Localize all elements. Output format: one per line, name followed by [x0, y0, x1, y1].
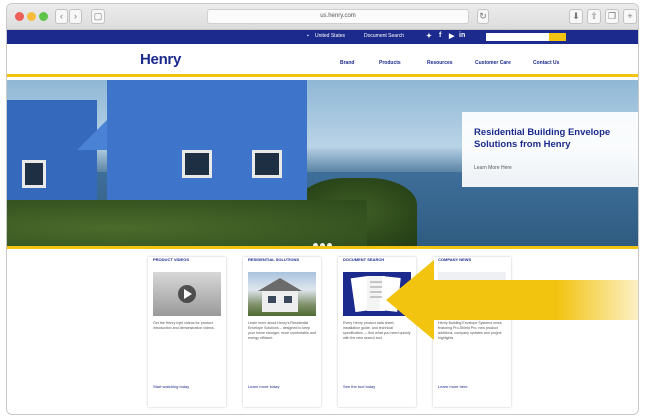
- zoom-window-button[interactable]: [39, 12, 48, 21]
- card-residential-solutions: RESIDENTIAL SOLUTIONS Learn more about H…: [243, 257, 321, 407]
- nav-contact-us[interactable]: Contact Us: [533, 60, 559, 66]
- carousel-dots[interactable]: [313, 235, 334, 246]
- card-link[interactable]: Learn more here: [438, 384, 468, 389]
- utility-bar: ▪ United States Document Search ✦ f ▶ in: [7, 30, 638, 44]
- house-icon: [258, 278, 302, 312]
- download-icon[interactable]: ⬇: [569, 9, 583, 24]
- hero-promo-panel: Residential Building Envelope Solutions …: [462, 112, 638, 187]
- card-product-videos: PRODUCT VIDEOS Get the Henry Injet video…: [148, 257, 226, 407]
- new-tab-icon[interactable]: +: [623, 9, 637, 24]
- site-header: Henry Brand Products Resources Customer …: [7, 44, 638, 77]
- card-title: PRODUCT VIDEOS: [153, 257, 190, 262]
- house-window: [182, 150, 212, 178]
- back-icon[interactable]: ‹: [55, 9, 68, 24]
- promo-title: Residential Building Envelope Solutions …: [474, 127, 611, 150]
- tabs-icon[interactable]: ❐: [605, 9, 619, 24]
- nav-customer-care[interactable]: Customer Care: [475, 60, 511, 66]
- flag-icon: ▪: [307, 33, 309, 39]
- divider: [7, 246, 638, 249]
- address-bar[interactable]: us.henry.com: [207, 9, 469, 24]
- linkedin-icon[interactable]: in: [459, 32, 465, 39]
- video-thumbnail[interactable]: [153, 272, 221, 316]
- house-window: [252, 150, 282, 178]
- document-search-link[interactable]: Document Search: [364, 33, 404, 39]
- card-title: RESIDENTIAL SOLUTIONS: [248, 257, 300, 262]
- forward-icon[interactable]: ›: [69, 9, 82, 24]
- close-window-button[interactable]: [15, 12, 24, 21]
- nav-resources[interactable]: Resources: [427, 60, 453, 66]
- card-link[interactable]: See the tool today: [343, 384, 375, 389]
- youtube-icon[interactable]: ▶: [449, 32, 454, 40]
- facebook-icon[interactable]: f: [439, 32, 441, 39]
- hero-banner[interactable]: Residential Building Envelope Solutions …: [7, 80, 638, 246]
- card-link[interactable]: Start watching today: [153, 384, 189, 389]
- reload-icon[interactable]: ↻: [477, 9, 489, 24]
- search-go-button[interactable]: [549, 33, 566, 41]
- nav-products[interactable]: Products: [379, 60, 401, 66]
- play-icon: [178, 285, 196, 303]
- browser-toolbar: ‹ › ▢ us.henry.com ↻ ⬇ ⇧ ❐ +: [7, 4, 638, 30]
- yellow-arrow-icon: [386, 260, 638, 340]
- house-thumbnail[interactable]: [248, 272, 316, 316]
- country-link[interactable]: United States: [315, 33, 345, 39]
- twitter-icon[interactable]: ✦: [426, 32, 432, 40]
- card-link[interactable]: Learn more today: [248, 384, 279, 389]
- share-icon[interactable]: ⇧: [587, 9, 601, 24]
- promo-link[interactable]: Learn More Here: [474, 165, 512, 171]
- house-window: [22, 160, 46, 188]
- card-text: Get the Henry Injet videos for product i…: [153, 321, 215, 330]
- henry-logo[interactable]: Henry: [140, 51, 181, 68]
- nav-brand[interactable]: Brand: [340, 60, 354, 66]
- minimize-window-button[interactable]: [27, 12, 36, 21]
- sidebar-icon[interactable]: ▢: [91, 9, 105, 24]
- browser-window: ‹ › ▢ us.henry.com ↻ ⬇ ⇧ ❐ + ▪ United St…: [6, 3, 639, 415]
- card-text: Learn more about Henry's Residential Env…: [248, 321, 316, 340]
